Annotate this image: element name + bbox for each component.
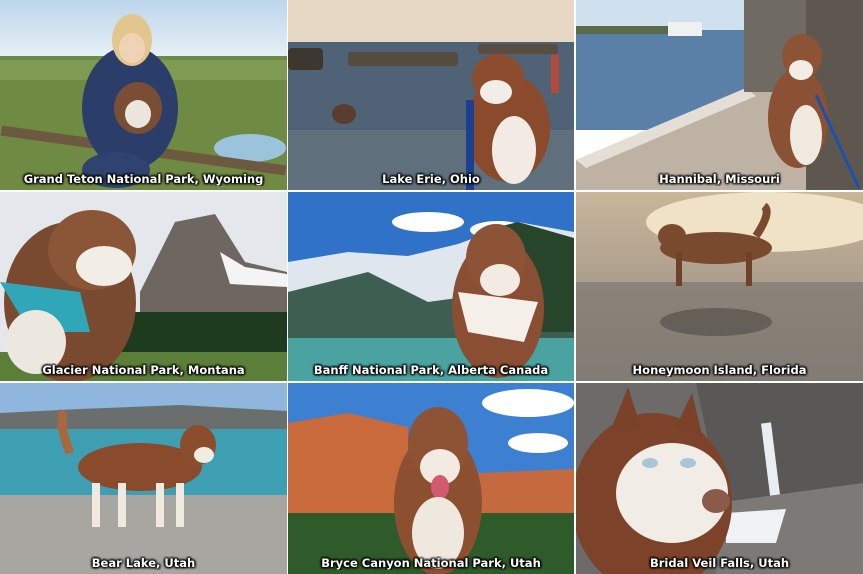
bear-lake-image: [0, 383, 287, 574]
hannibal-image: [576, 0, 863, 190]
photo-bryce-canyon: Bryce Canyon National Park, Utah: [288, 383, 574, 574]
bridal-veil-falls-image: [576, 383, 863, 574]
photo-collage: Grand Teton National Park, Wyoming Lake …: [0, 0, 863, 574]
photo-caption: Grand Teton National Park, Wyoming: [23, 172, 264, 186]
photo-caption: Bryce Canyon National Park, Utah: [321, 556, 541, 570]
lake-erie-image: [288, 0, 574, 190]
photo-caption: Glacier National Park, Montana: [42, 363, 245, 377]
photo-caption: Bear Lake, Utah: [91, 556, 196, 570]
photo-bear-lake: Bear Lake, Utah: [0, 383, 287, 574]
photo-grand-teton: Grand Teton National Park, Wyoming: [0, 0, 287, 190]
photo-caption: Lake Erie, Ohio: [382, 172, 480, 186]
photo-banff: Banff National Park, Alberta Canada: [288, 192, 574, 381]
honeymoon-island-image: [576, 192, 863, 381]
photo-honeymoon-island: Honeymoon Island, Florida: [576, 192, 863, 381]
photo-caption: Bridal Veil Falls, Utah: [649, 556, 790, 570]
bryce-canyon-image: [288, 383, 574, 574]
grand-teton-image: [0, 0, 287, 190]
photo-lake-erie: Lake Erie, Ohio: [288, 0, 574, 190]
photo-glacier: Glacier National Park, Montana: [0, 192, 287, 381]
photo-caption: Hannibal, Missouri: [659, 172, 780, 186]
glacier-image: [0, 192, 287, 381]
photo-bridal-veil-falls: Bridal Veil Falls, Utah: [576, 383, 863, 574]
photo-caption: Banff National Park, Alberta Canada: [313, 363, 549, 377]
banff-image: [288, 192, 574, 381]
photo-caption: Honeymoon Island, Florida: [632, 363, 807, 377]
photo-hannibal: Hannibal, Missouri: [576, 0, 863, 190]
